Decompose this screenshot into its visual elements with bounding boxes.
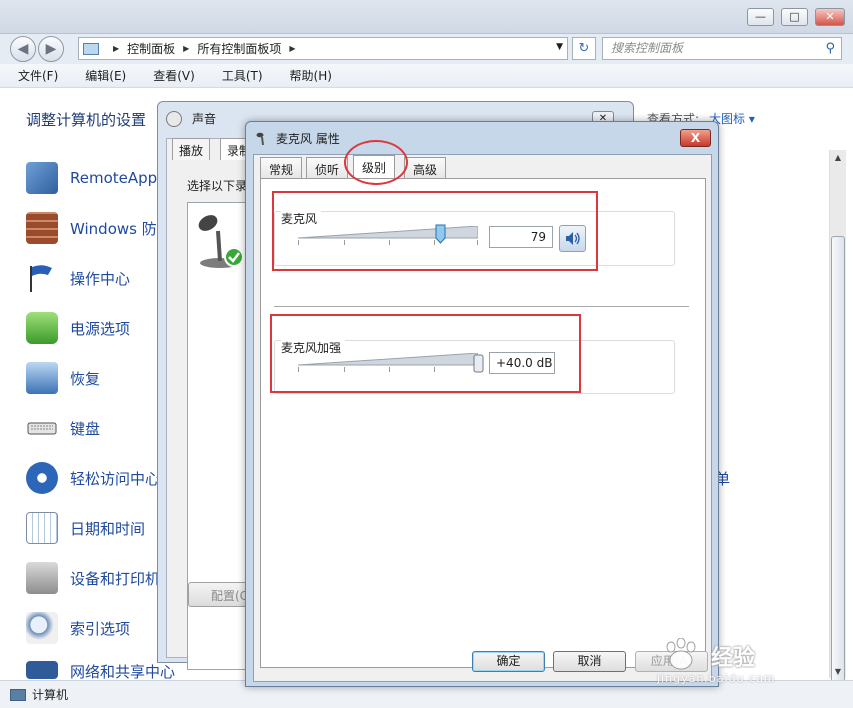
cp-item-label: 轻松访问中心 [70, 469, 161, 488]
breadcrumb-all-items[interactable]: 所有控制面板项 [197, 40, 281, 57]
cp-item-ease-of-access[interactable]: 轻松访问中心 [26, 461, 160, 495]
calendar-clock-icon [26, 512, 58, 544]
props-dialog-title: 麦克风 属性 [256, 130, 340, 147]
maximize-button[interactable]: □ [781, 8, 808, 26]
search-input[interactable]: 搜索控制面板 ⚲ [602, 37, 842, 60]
cp-item-label: RemoteApp [70, 169, 158, 187]
menu-bar: 文件(F) 编辑(E) 查看(V) 工具(T) 帮助(H) [0, 64, 853, 88]
address-bar[interactable]: ▶ 控制面板 ▶ 所有控制面板项 ▶ ▼ [78, 37, 568, 60]
cp-item-indexing[interactable]: 索引选项 [26, 611, 130, 645]
close-window-button[interactable]: ✕ [815, 8, 845, 26]
scrollbar-thumb[interactable] [831, 236, 845, 684]
ease-of-access-icon [26, 462, 58, 494]
computer-icon [10, 688, 26, 701]
cp-item-label: 电源选项 [70, 319, 131, 338]
page-title: 调整计算机的设置 [26, 111, 147, 129]
cp-item-label: 网络和共享中心 [70, 663, 176, 679]
props-close-button[interactable]: X [680, 129, 711, 147]
annotation-box-microphone [272, 191, 598, 271]
props-dialog-title-text: 麦克风 属性 [276, 132, 340, 146]
breadcrumb-separator-icon: ▶ [113, 44, 120, 53]
speaker-icon [166, 110, 182, 127]
cp-item-keyboard[interactable]: 键盘 [26, 411, 100, 445]
back-arrow-icon: ◀ [17, 41, 29, 57]
cp-item-network[interactable]: 网络和共享中心 [26, 661, 175, 679]
cp-item-label: 键盘 [70, 419, 101, 438]
scroll-down-icon[interactable]: ▼ [830, 667, 846, 676]
search-placeholder: 搜索控制面板 [611, 41, 684, 55]
breadcrumb-control-panel[interactable]: 控制面板 [127, 40, 175, 57]
address-toolbar: ◀ ▶ ▶ 控制面板 ▶ 所有控制面板项 ▶ ▼ ↻ 搜索控制面板 ⚲ [0, 34, 853, 64]
cp-item-recovery[interactable]: 恢复 [26, 361, 100, 395]
cp-item-devices-printers[interactable]: 设备和打印机 [26, 561, 160, 595]
annotation-box-boost [270, 314, 581, 393]
firewall-icon [26, 212, 58, 244]
tab-listen[interactable]: 侦听 [306, 157, 349, 179]
window-titlebar: — □ ✕ [0, 0, 853, 34]
watermark-brand: 经验 [711, 646, 756, 671]
sound-dialog-title: 声音 [166, 110, 216, 127]
cp-item-label: 日期和时间 [70, 519, 146, 538]
sound-dialog-description: 选择以下录 [187, 179, 248, 193]
indexing-icon [26, 612, 58, 644]
sound-dialog-title-text: 声音 [192, 112, 217, 126]
microphone-icon [256, 132, 264, 145]
watermark-url: jingyan.baidu.com [657, 672, 776, 685]
network-icon [26, 661, 58, 679]
control-panel-icon [83, 42, 99, 55]
status-text: 计算机 [32, 688, 69, 702]
search-icon[interactable]: ⚲ [825, 38, 835, 59]
ok-button[interactable]: 确定 [472, 651, 545, 672]
cp-item-label: 设备和打印机 [70, 569, 161, 588]
recovery-icon [26, 362, 58, 394]
menu-view[interactable]: 查看(V) [135, 67, 204, 84]
cp-item-label: 操作中心 [70, 269, 131, 288]
breadcrumb-separator-icon[interactable]: ▶ [289, 44, 295, 53]
cp-item-label: 恢复 [70, 369, 101, 388]
menu-help[interactable]: 帮助(H) [272, 67, 341, 84]
breadcrumb-separator-icon[interactable]: ▶ [183, 44, 189, 53]
cp-item-remoteapp[interactable]: RemoteApp [26, 161, 157, 195]
annotation-circle-levels-tab [344, 140, 408, 185]
power-options-icon [26, 312, 58, 344]
baidu-jingyan-watermark: 经验 jingyan.baidu.com [651, 636, 811, 688]
address-dropdown-icon[interactable]: ▼ [556, 42, 563, 52]
menu-tools[interactable]: 工具(T) [204, 67, 272, 84]
cp-item-date-time[interactable]: 日期和时间 [26, 511, 145, 545]
cp-item-label: 索引选项 [70, 619, 131, 638]
menu-edit[interactable]: 编辑(E) [67, 67, 135, 84]
action-center-flag-icon [26, 262, 58, 294]
refresh-button[interactable]: ↻ [572, 37, 596, 60]
group-separator [274, 306, 689, 307]
cp-item-firewall[interactable]: Windows 防 [26, 211, 157, 245]
back-button[interactable]: ◀ [10, 36, 36, 62]
tab-advanced[interactable]: 高级 [404, 157, 447, 179]
printer-icon [26, 562, 58, 594]
paw-logo-icon [666, 638, 696, 670]
cp-item-power[interactable]: 电源选项 [26, 311, 130, 345]
microphone-device-icon[interactable] [194, 211, 246, 269]
cp-item-label: Windows 防 [70, 219, 157, 238]
refresh-icon: ↻ [578, 41, 590, 56]
cp-item-action-center[interactable]: 操作中心 [26, 261, 130, 295]
remoteapp-icon [26, 162, 58, 194]
vertical-scrollbar[interactable]: ▲ ▼ [829, 150, 846, 684]
keyboard-icon [26, 412, 58, 444]
menu-file[interactable]: 文件(F) [0, 67, 67, 84]
scroll-up-icon[interactable]: ▲ [830, 153, 846, 162]
cancel-button[interactable]: 取消 [553, 651, 626, 672]
tab-general[interactable]: 常规 [260, 157, 303, 179]
forward-button[interactable]: ▶ [38, 36, 64, 62]
forward-arrow-icon: ▶ [45, 41, 57, 57]
minimize-button[interactable]: — [747, 8, 774, 26]
tab-playback[interactable]: 播放 [172, 138, 211, 160]
